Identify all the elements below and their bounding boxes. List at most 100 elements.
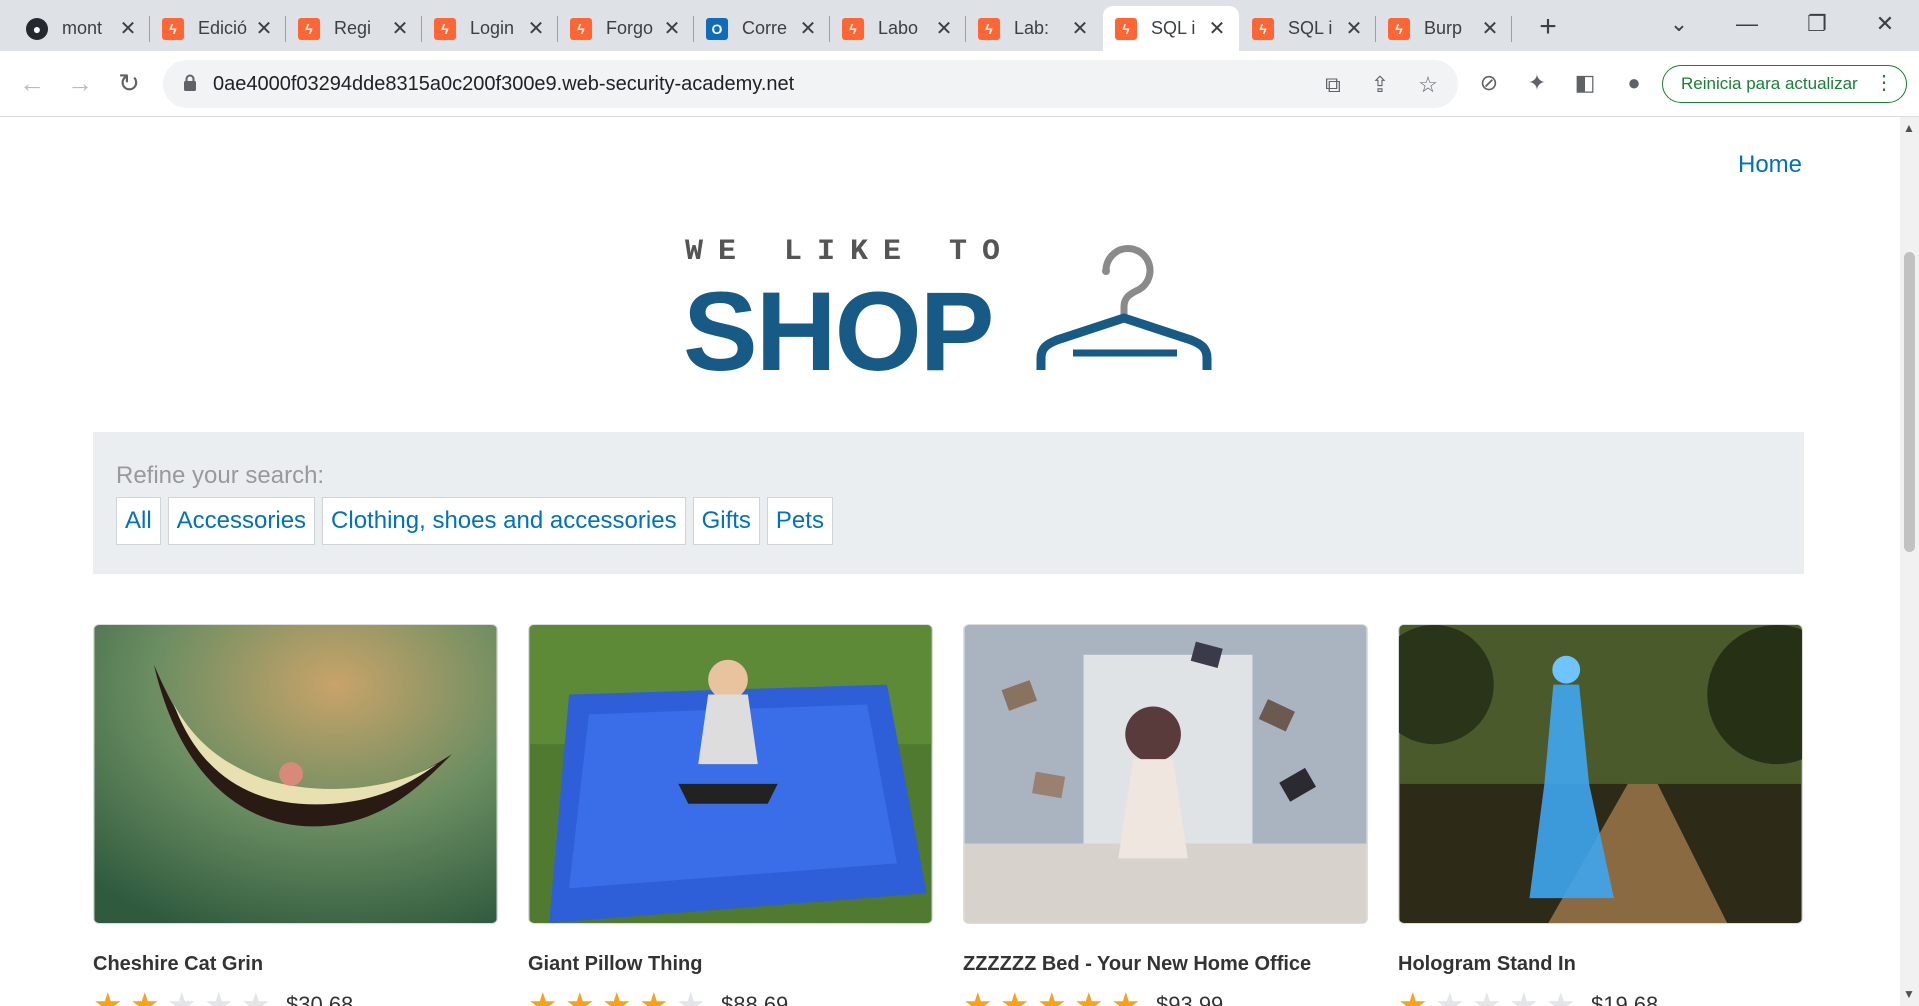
category-pets[interactable]: Pets xyxy=(766,497,833,545)
star-rating: ★ ★ ★ ★ ★ $88.69 xyxy=(528,988,933,1006)
side-panel-icon[interactable]: ◧ xyxy=(1569,67,1601,99)
product-name[interactable]: Giant Pillow Thing xyxy=(528,953,933,976)
browser-tab[interactable]: ϟ Login ✕ xyxy=(422,6,558,51)
category-filter: Refine your search: All Accessories Clot… xyxy=(93,432,1804,574)
close-tab-icon[interactable]: ✕ xyxy=(1344,16,1364,41)
category-all[interactable]: All xyxy=(116,497,161,545)
close-tab-icon[interactable]: ✕ xyxy=(662,16,682,41)
browser-tab[interactable]: ϟ Regi ✕ xyxy=(286,6,422,51)
close-tab-icon[interactable]: ✕ xyxy=(1070,16,1090,41)
browser-tab[interactable]: ϟ Labo ✕ xyxy=(830,6,966,51)
restore-icon[interactable]: ❐ xyxy=(1790,6,1844,42)
bookmark-star-icon[interactable]: ☆ xyxy=(1414,71,1442,99)
translate-icon[interactable]: ⧉ xyxy=(1319,71,1347,99)
product-name[interactable]: Cheshire Cat Grin xyxy=(93,953,498,976)
product-name[interactable]: Hologram Stand In xyxy=(1398,953,1803,976)
tab-divider xyxy=(1511,16,1512,42)
tab-title: Lab: xyxy=(1014,18,1050,38)
browser-tab-active[interactable]: ϟ SQL i ✕ xyxy=(1103,6,1239,51)
star-empty-icon: ★ xyxy=(204,986,234,1006)
tab-title: Burp xyxy=(1424,18,1463,38)
star-rating: ★ ★ ★ ★ ★ $93.99 xyxy=(963,988,1368,1006)
portswigger-icon: ϟ xyxy=(842,17,864,40)
portswigger-icon: ϟ xyxy=(162,17,184,40)
tab-search-icon[interactable]: ⌄ xyxy=(1652,6,1706,42)
product-card[interactable]: Hologram Stand In ★ ★ ★ ★ ★ $19.68 xyxy=(1374,624,1847,1006)
tab-title: Regi xyxy=(334,18,372,38)
star-empty-icon: ★ xyxy=(241,986,271,1006)
portswigger-icon: ϟ xyxy=(1252,17,1274,40)
star-empty-icon: ★ xyxy=(676,986,706,1006)
close-tab-icon[interactable]: ✕ xyxy=(254,16,274,41)
logo-wordmark: SHOP xyxy=(683,269,994,394)
product-image-giant-pillow[interactable] xyxy=(528,624,933,924)
star-filled-icon: ★ xyxy=(528,986,558,1006)
reload-icon[interactable]: ↻ xyxy=(111,65,147,101)
browser-tab[interactable]: ϟ Burp ✕ xyxy=(1376,6,1512,51)
star-filled-icon: ★ xyxy=(93,986,123,1006)
star-empty-icon: ★ xyxy=(1435,986,1465,1006)
product-grid: Cheshire Cat Grin ★ ★ ★ ★ ★ $30.68 Giant… xyxy=(93,624,1847,1006)
github-icon: ● xyxy=(26,17,48,40)
close-tab-icon[interactable]: ✕ xyxy=(934,16,954,41)
star-empty-icon: ★ xyxy=(167,986,197,1006)
close-tab-icon[interactable]: ✕ xyxy=(798,16,818,41)
update-button[interactable]: Reinicia para actualizar ⋮ xyxy=(1662,65,1907,103)
product-card[interactable]: Cheshire Cat Grin ★ ★ ★ ★ ★ $30.68 xyxy=(93,624,498,1006)
product-name[interactable]: ZZZZZZ Bed - Your New Home Office xyxy=(963,953,1368,976)
scroll-up-icon[interactable]: ▲ xyxy=(1903,121,1915,135)
category-list: All Accessories Clothing, shoes and acce… xyxy=(116,497,833,545)
web-page: Home WE LIKE TO SHOP Refine your search:… xyxy=(0,117,1900,1006)
category-clothing[interactable]: Clothing, shoes and accessories xyxy=(322,497,686,545)
close-tab-icon[interactable]: ✕ xyxy=(526,16,546,41)
close-tab-icon[interactable]: ✕ xyxy=(118,16,138,41)
close-window-icon[interactable]: ✕ xyxy=(1858,6,1912,42)
product-image-zzzzzz-bed[interactable] xyxy=(963,624,1368,924)
profile-avatar-icon[interactable]: ● xyxy=(1618,67,1650,99)
extensions-puzzle-icon[interactable]: ✦ xyxy=(1521,67,1553,99)
star-empty-icon: ★ xyxy=(1472,986,1502,1006)
extension-blocker-icon[interactable]: ⊘ xyxy=(1473,67,1505,99)
new-tab-button[interactable]: + xyxy=(1530,10,1566,44)
home-link[interactable]: Home xyxy=(1738,151,1802,179)
product-card[interactable]: ZZZZZZ Bed - Your New Home Office ★ ★ ★ … xyxy=(963,624,1368,1006)
tab-title: Labo xyxy=(878,18,919,38)
back-icon[interactable]: ← xyxy=(14,65,50,101)
close-tab-icon[interactable]: ✕ xyxy=(1207,16,1227,41)
more-menu-icon[interactable]: ⋮ xyxy=(1874,66,1894,101)
tab-title: mont xyxy=(62,18,103,38)
tab-title: SQL i xyxy=(1151,18,1196,38)
lock-icon xyxy=(184,74,196,91)
product-image-hologram[interactable] xyxy=(1374,624,1847,924)
close-tab-icon[interactable]: ✕ xyxy=(1480,16,1500,41)
star-empty-icon: ★ xyxy=(1546,986,1576,1006)
browser-tab[interactable]: O Corre ✕ xyxy=(694,6,830,51)
address-bar[interactable]: 0ae4000f03294dde8315a0c200f300e9.web-sec… xyxy=(163,60,1458,108)
category-accessories[interactable]: Accessories xyxy=(167,497,316,545)
share-icon[interactable]: ⇪ xyxy=(1366,71,1394,99)
tab-title: Login xyxy=(470,18,515,38)
browser-tab[interactable]: ● mont ✕ xyxy=(14,6,150,51)
browser-toolbar: ← → ↻ 0ae4000f03294dde8315a0c200f300e9.w… xyxy=(0,51,1919,117)
page-scrollbar[interactable]: ▲ ▼ xyxy=(1900,117,1919,1006)
hanger-icon xyxy=(1036,245,1212,370)
close-tab-icon[interactable]: ✕ xyxy=(390,16,410,41)
scrollbar-thumb[interactable] xyxy=(1904,252,1915,552)
portswigger-icon: ϟ xyxy=(978,17,1000,40)
minimize-icon[interactable]: — xyxy=(1720,6,1774,42)
browser-tab[interactable]: ϟ Edició ✕ xyxy=(150,6,286,51)
tab-title: Forgo xyxy=(606,18,654,38)
browser-tab[interactable]: ϟ Lab: ✕ xyxy=(966,6,1102,51)
product-card[interactable]: Giant Pillow Thing ★ ★ ★ ★ ★ $88.69 xyxy=(528,624,933,1006)
url-text[interactable]: 0ae4000f03294dde8315a0c200f300e9.web-sec… xyxy=(213,73,794,96)
category-gifts[interactable]: Gifts xyxy=(692,497,760,545)
forward-icon[interactable]: → xyxy=(62,65,98,101)
product-image-cheshire-cat[interactable] xyxy=(93,624,498,924)
outlook-icon: O xyxy=(706,17,728,40)
browser-tab[interactable]: ϟ Forgo ✕ xyxy=(558,6,694,51)
browser-tab[interactable]: ϟ SQL i ✕ xyxy=(1240,6,1376,51)
portswigger-icon: ϟ xyxy=(1388,17,1410,40)
scroll-down-icon[interactable]: ▼ xyxy=(1903,987,1915,1001)
star-empty-icon: ★ xyxy=(1509,986,1539,1006)
star-filled-icon: ★ xyxy=(963,986,993,1006)
